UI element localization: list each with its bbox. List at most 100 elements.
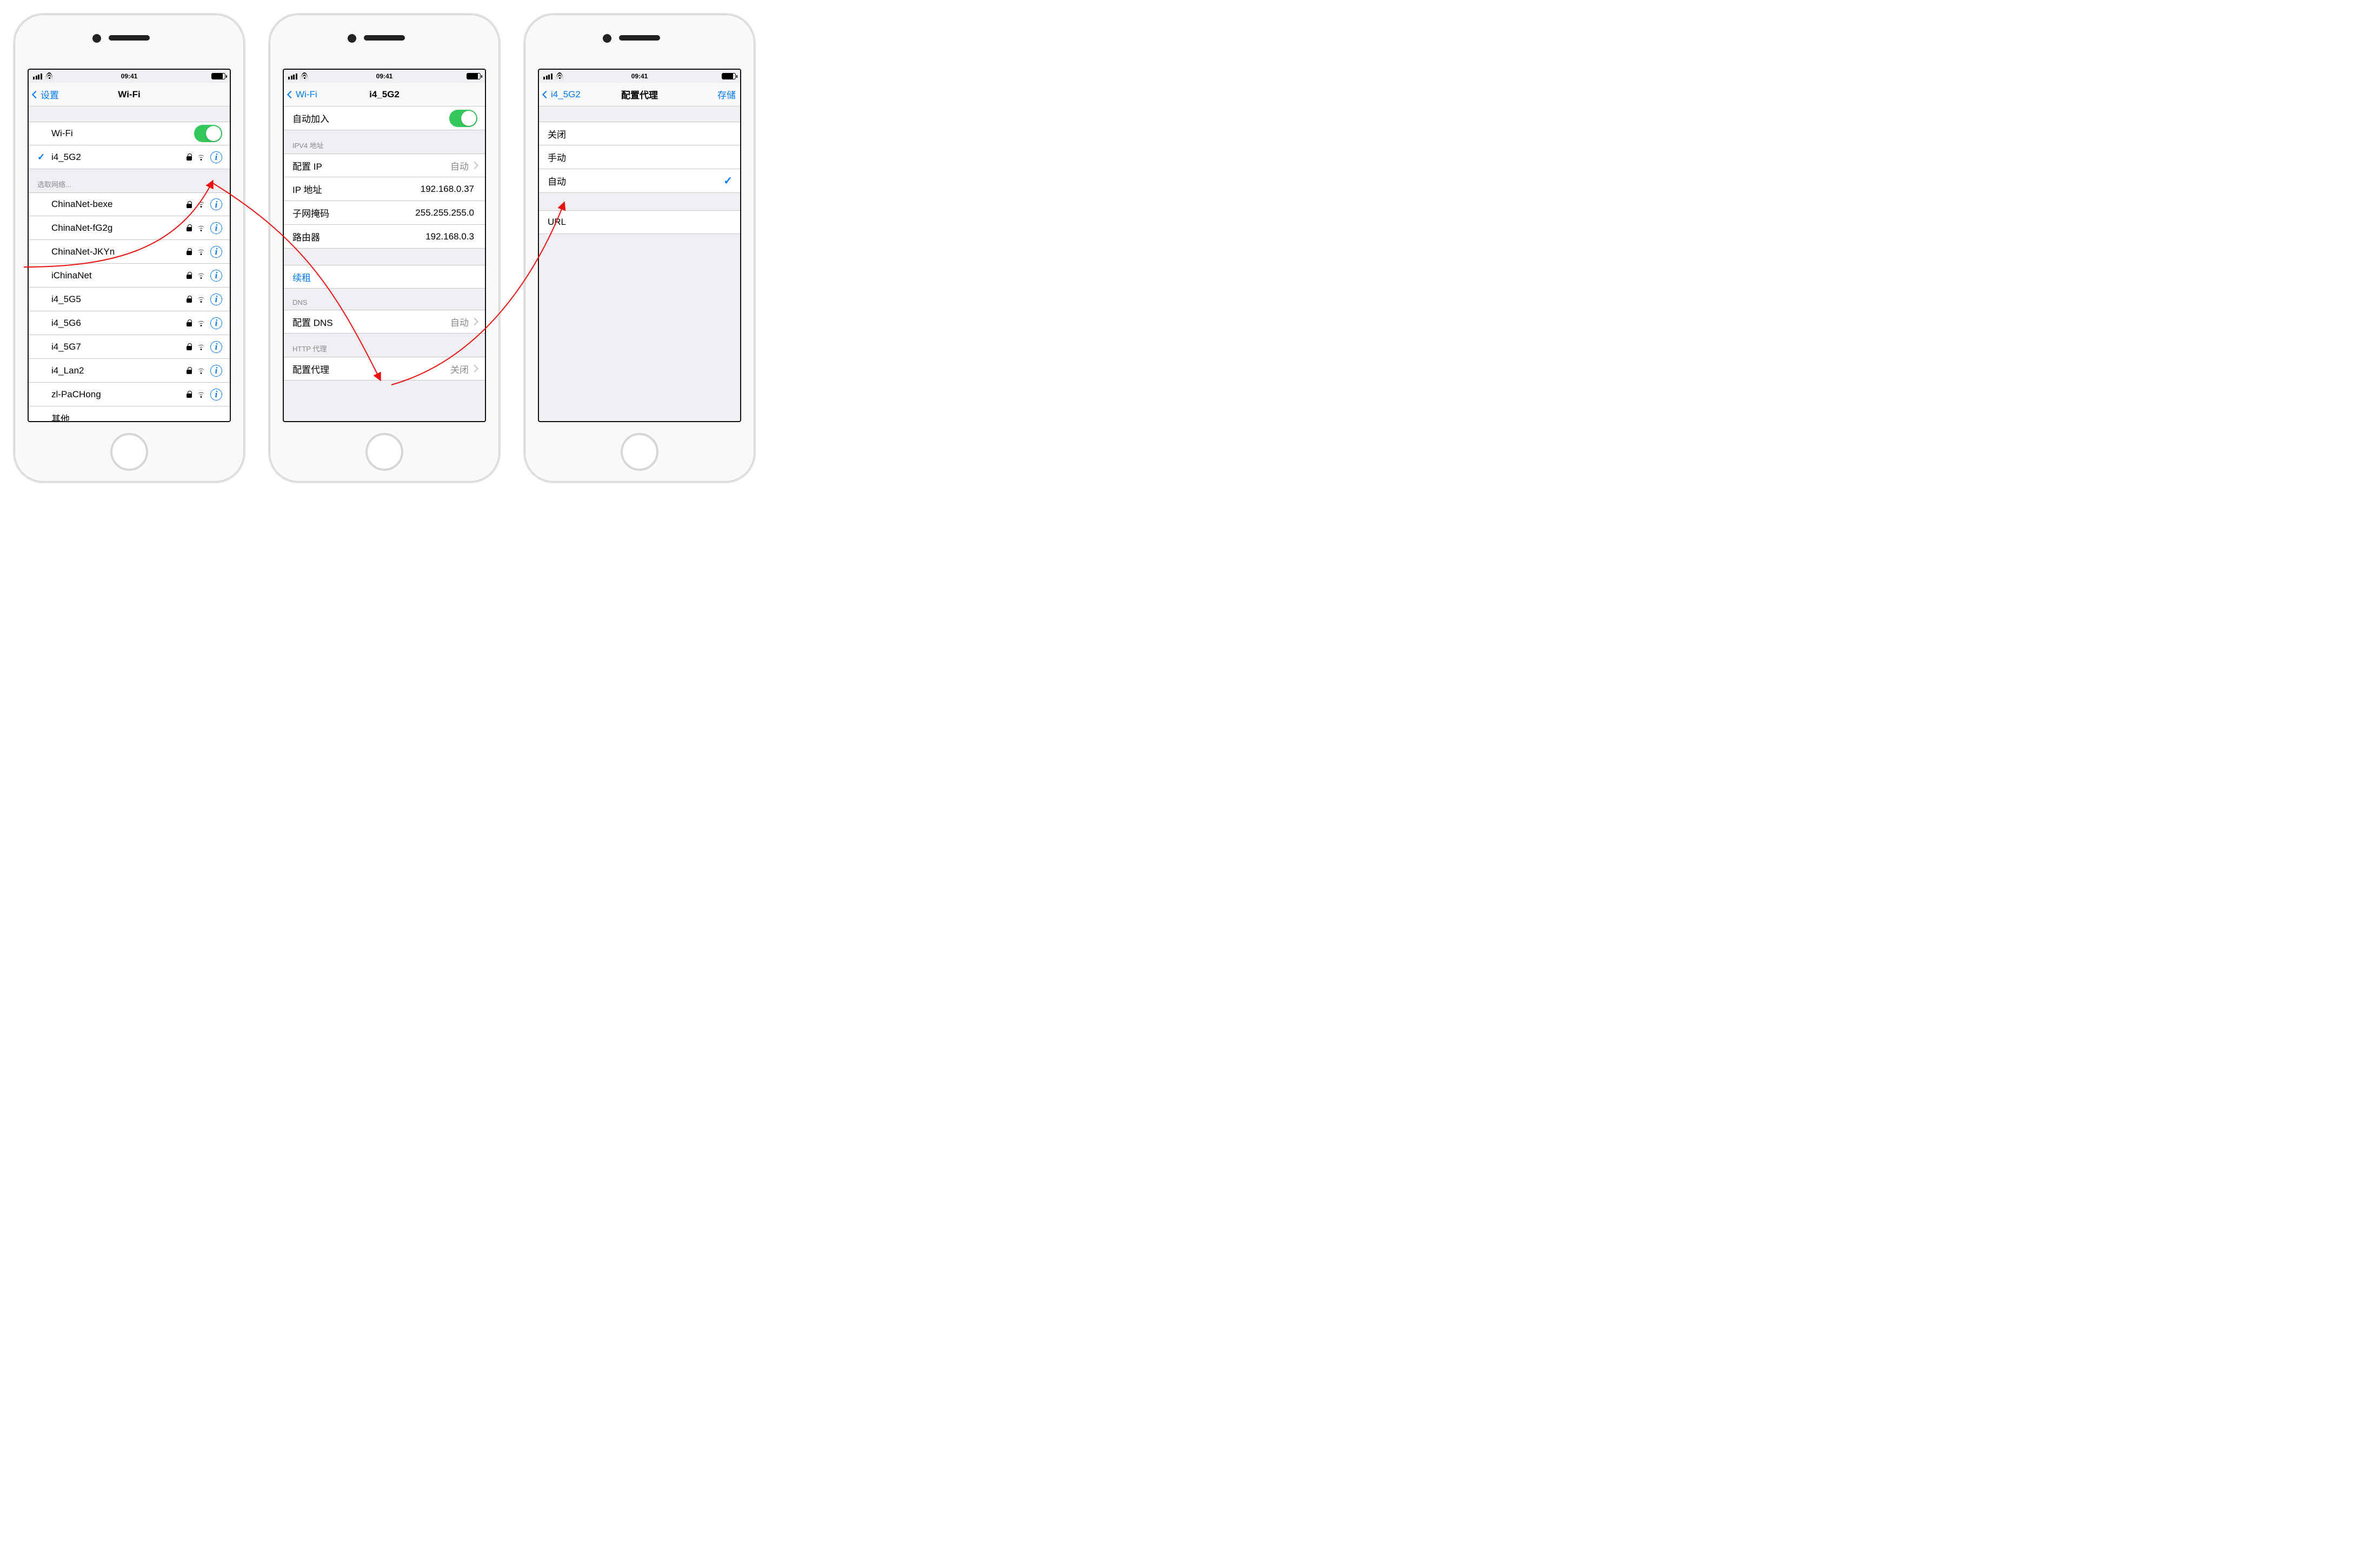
autojoin-label: 自动加入 bbox=[292, 111, 329, 125]
speaker bbox=[109, 35, 150, 41]
info-icon[interactable]: i bbox=[210, 293, 222, 305]
phone-frame-1: 09:41 设置 Wi-Fi Wi-Fi ✓ bbox=[13, 13, 245, 483]
router-value: 192.168.0.3 bbox=[425, 231, 474, 242]
ip-label: IP 地址 bbox=[292, 182, 322, 196]
back-label: 设置 bbox=[41, 88, 59, 101]
autojoin-switch[interactable] bbox=[449, 110, 477, 127]
info-icon[interactable]: i bbox=[210, 198, 222, 210]
wifi-status-icon bbox=[301, 72, 308, 80]
cellular-icon bbox=[543, 74, 553, 79]
status-bar: 09:41 bbox=[539, 70, 740, 83]
info-icon[interactable]: i bbox=[210, 317, 222, 329]
speaker bbox=[364, 35, 405, 41]
mask-row: 子网掩码 255.255.255.0 bbox=[284, 201, 485, 225]
wifi-strength-icon bbox=[196, 272, 206, 279]
network-row[interactable]: ChinaNet-JKYni bbox=[29, 240, 230, 264]
wifi-status-icon bbox=[556, 72, 563, 80]
other-network-row[interactable]: 其他... bbox=[29, 406, 230, 421]
wifi-toggle-row[interactable]: Wi-Fi bbox=[29, 122, 230, 145]
proxy-option-off[interactable]: 关闭 bbox=[539, 122, 740, 145]
info-icon[interactable]: i bbox=[210, 246, 222, 258]
battery-icon bbox=[467, 73, 481, 79]
content: Wi-Fi ✓ i4_5G2 i 选取网络... ChinaNet-bexeiC… bbox=[29, 106, 230, 421]
network-name: i4_Lan2 bbox=[51, 365, 84, 376]
lock-icon bbox=[187, 224, 192, 231]
autojoin-row[interactable]: 自动加入 bbox=[284, 106, 485, 130]
proxy-url-row[interactable]: URL bbox=[539, 210, 740, 234]
info-icon[interactable]: i bbox=[210, 365, 222, 377]
stage: 09:41 设置 Wi-Fi Wi-Fi ✓ bbox=[13, 13, 805, 510]
camera-dot bbox=[348, 34, 356, 43]
info-icon[interactable]: i bbox=[210, 341, 222, 353]
nav-bar: 设置 Wi-Fi bbox=[29, 83, 230, 106]
configure-ip-row[interactable]: 配置 IP 自动 bbox=[284, 154, 485, 177]
info-icon[interactable]: i bbox=[210, 222, 222, 234]
nav-bar: Wi-Fi i4_5G2 bbox=[284, 83, 485, 106]
option-auto-label: 自动 bbox=[548, 174, 566, 188]
connected-network-row[interactable]: ✓ i4_5G2 i bbox=[29, 145, 230, 169]
proxy-option-manual[interactable]: 手动 bbox=[539, 145, 740, 169]
network-row[interactable]: i4_5G7i bbox=[29, 335, 230, 359]
save-button[interactable]: 存储 bbox=[717, 88, 736, 101]
network-row[interactable]: iChinaNet i bbox=[29, 264, 230, 288]
phone-frame-3: 09:41 i4_5G2 配置代理 存储 关闭 手动 bbox=[523, 13, 756, 483]
lock-icon bbox=[187, 272, 192, 279]
wifi-strength-icon bbox=[196, 201, 206, 208]
ip-value: 192.168.0.37 bbox=[421, 184, 474, 195]
lock-icon bbox=[187, 367, 192, 374]
wifi-strength-icon bbox=[196, 224, 206, 232]
chevron-right-icon bbox=[472, 363, 477, 374]
chevron-right-icon bbox=[472, 160, 477, 171]
lock-icon bbox=[187, 154, 192, 161]
network-name: iChinaNet bbox=[51, 270, 92, 281]
cellular-icon bbox=[33, 74, 42, 79]
home-button[interactable] bbox=[110, 433, 148, 471]
back-button[interactable]: i4_5G2 bbox=[543, 89, 581, 100]
home-button[interactable] bbox=[365, 433, 403, 471]
camera-dot bbox=[603, 34, 611, 43]
wifi-switch[interactable] bbox=[194, 125, 222, 142]
status-bar: 09:41 bbox=[29, 70, 230, 83]
network-row[interactable]: ChinaNet-bexe i bbox=[29, 192, 230, 216]
configure-dns-row[interactable]: 配置 DNS 自动 bbox=[284, 310, 485, 333]
chevron-right-icon bbox=[472, 316, 477, 327]
network-name: ChinaNet-bexe bbox=[51, 199, 112, 210]
lock-icon bbox=[187, 319, 192, 326]
screen-3: 09:41 i4_5G2 配置代理 存储 关闭 手动 bbox=[538, 69, 741, 422]
network-row[interactable]: ChinaNet-fG2gi bbox=[29, 216, 230, 240]
info-icon[interactable]: i bbox=[210, 389, 222, 401]
back-button[interactable]: 设置 bbox=[33, 88, 59, 101]
home-button[interactable] bbox=[621, 433, 658, 471]
network-row[interactable]: zl-PaCHong i bbox=[29, 383, 230, 406]
ip-row: IP 地址 192.168.0.37 bbox=[284, 177, 485, 201]
nav-title: i4_5G2 bbox=[369, 89, 400, 100]
status-time: 09:41 bbox=[121, 72, 138, 80]
back-button[interactable]: Wi-Fi bbox=[288, 89, 317, 100]
lock-icon bbox=[187, 248, 192, 255]
nav-title: 配置代理 bbox=[621, 88, 658, 101]
network-row[interactable]: i4_5G6i bbox=[29, 311, 230, 335]
proxy-value: 关闭 bbox=[450, 362, 469, 376]
info-icon[interactable]: i bbox=[210, 151, 222, 163]
mask-value: 255.255.255.0 bbox=[415, 208, 474, 218]
network-row[interactable]: i4_5G5 i bbox=[29, 288, 230, 311]
checkmark-icon: ✓ bbox=[37, 152, 51, 163]
network-name: i4_5G5 bbox=[51, 294, 81, 305]
screen-1: 09:41 设置 Wi-Fi Wi-Fi ✓ bbox=[28, 69, 231, 422]
proxy-option-auto[interactable]: 自动 ✓ bbox=[539, 169, 740, 193]
chevron-left-icon bbox=[542, 90, 550, 98]
phone-frame-2: 09:41 Wi-Fi i4_5G2 自动加入 IPV4 地址 配置 IP bbox=[268, 13, 501, 483]
lock-icon bbox=[187, 343, 192, 350]
wifi-toggle-label: Wi-Fi bbox=[51, 128, 73, 139]
configure-proxy-row[interactable]: 配置代理 关闭 bbox=[284, 357, 485, 381]
info-icon[interactable]: i bbox=[210, 270, 222, 282]
network-name: zl-PaCHong bbox=[51, 389, 101, 400]
configure-ip-value: 自动 bbox=[450, 159, 469, 172]
cellular-icon bbox=[288, 74, 297, 79]
renew-label: 续租 bbox=[292, 270, 311, 284]
option-off-label: 关闭 bbox=[548, 127, 566, 141]
network-row[interactable]: i4_Lan2 i bbox=[29, 359, 230, 383]
other-label: 其他... bbox=[51, 411, 77, 421]
renew-lease-row[interactable]: 续租 bbox=[284, 265, 485, 289]
battery-icon bbox=[211, 73, 225, 79]
